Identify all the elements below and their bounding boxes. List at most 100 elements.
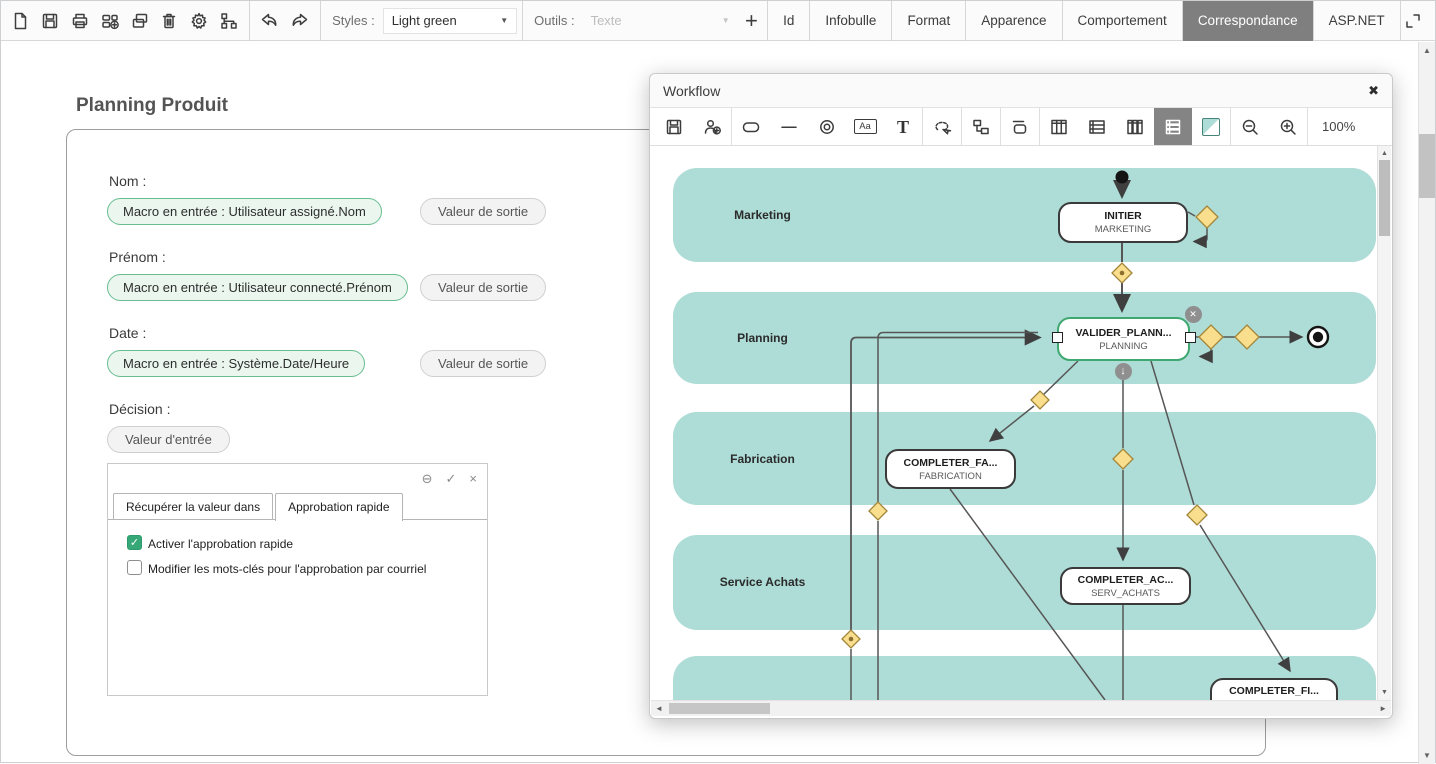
aa-glyph: Aa <box>859 121 871 132</box>
tab-infobulle[interactable]: Infobulle <box>809 1 891 41</box>
delete-node-badge[interactable]: ✕ <box>1185 306 1202 323</box>
tab-comportement[interactable]: Comportement <box>1062 1 1182 41</box>
page-title: Planning Produit <box>76 95 228 117</box>
checkbox-label-activer: Activer l'approbation rapide <box>148 537 293 551</box>
checkbox-modifier-mots-cles[interactable] <box>127 560 142 575</box>
lasso-select-icon[interactable] <box>923 108 961 145</box>
undo-icon[interactable] <box>255 1 285 41</box>
workflow-canvas[interactable]: Marketing Planning Fabrication Service A… <box>650 146 1378 700</box>
output-value-button-date[interactable]: Valeur de sortie <box>420 350 546 377</box>
macro-pill-prenom[interactable]: Macro en entrée : Utilisateur connecté.P… <box>107 274 408 301</box>
rows-icon[interactable] <box>1078 108 1116 145</box>
scroll-up-icon[interactable]: ▲ <box>1378 150 1391 157</box>
tab-id[interactable]: Id <box>767 1 809 41</box>
node-title: COMPLETER_AC... <box>1078 574 1174 586</box>
vertical-lanes-icon[interactable] <box>1116 108 1154 145</box>
node-title: VALIDER_PLANN... <box>1075 327 1171 339</box>
collapse-icon[interactable]: ⊖ <box>422 472 433 485</box>
workflow-vscroll-thumb[interactable] <box>1379 160 1390 236</box>
tab-aspnet[interactable]: ASP.NET <box>1313 1 1401 41</box>
t-glyph: T <box>897 118 909 136</box>
main-scrollbar-thumb[interactable] <box>1419 134 1435 198</box>
tab-format[interactable]: Format <box>891 1 965 41</box>
toolbar-separator <box>1307 108 1308 145</box>
confirm-icon[interactable]: ✓ <box>446 472 457 485</box>
styles-label: Styles : <box>332 13 375 28</box>
tab-recuperer-valeur[interactable]: Récupérer la valeur dans <box>113 493 273 519</box>
node-completer-fabrication[interactable]: COMPLETER_FA... FABRICATION <box>885 449 1016 489</box>
main-vertical-scrollbar[interactable]: ▲ ▼ <box>1418 42 1435 764</box>
label-box-icon[interactable]: Aa <box>846 108 884 145</box>
right-connection-handle[interactable] <box>1185 332 1196 343</box>
lane-icon[interactable] <box>1001 108 1039 145</box>
node-completer-achats[interactable]: COMPLETER_AC... SERV_ACHATS <box>1060 567 1191 605</box>
toolbar-separator <box>249 1 250 41</box>
down-arrow-badge[interactable]: ↓ <box>1115 363 1132 380</box>
add-widget-icon[interactable] <box>95 1 125 41</box>
redo-icon[interactable] <box>285 1 315 41</box>
rounded-rectangle-icon[interactable] <box>732 108 770 145</box>
gateway-dot <box>1120 271 1125 276</box>
delete-icon[interactable] <box>155 1 185 41</box>
flowchart-icon[interactable] <box>962 108 1000 145</box>
input-value-button[interactable]: Valeur d'entrée <box>107 426 230 453</box>
add-tool-button[interactable]: + <box>738 8 765 34</box>
macro-pill-nom[interactable]: Macro en entrée : Utilisateur assigné.No… <box>107 198 382 225</box>
decision-panel-header: ⊖ ✓ × <box>108 464 487 493</box>
workflow-toolbar: Aa T 100% <box>650 108 1392 146</box>
gateway-to-fi <box>1187 505 1207 525</box>
new-document-icon[interactable] <box>5 1 35 41</box>
zoom-level: 100% <box>1310 119 1367 134</box>
expand-icon[interactable] <box>1401 10 1425 32</box>
node-completer-fi[interactable]: COMPLETER_FI... <box>1210 678 1338 700</box>
macro-pill-date[interactable]: Macro en entrée : Système.Date/Heure <box>107 350 365 377</box>
outils-select[interactable]: Texte ▼ <box>583 8 738 34</box>
scroll-up-icon[interactable]: ▲ <box>1419 46 1435 55</box>
node-title: INITIER <box>1104 210 1141 222</box>
end-node-icon[interactable] <box>808 108 846 145</box>
close-icon[interactable]: ✖ <box>1368 83 1379 99</box>
node-title: COMPLETER_FA... <box>904 457 998 469</box>
checkbox-activer-approbation[interactable]: ✓ <box>127 535 142 550</box>
left-connection-handle[interactable] <box>1052 332 1063 343</box>
field-label-nom: Nom : <box>109 173 146 189</box>
workflow-titlebar[interactable]: Workflow ✖ <box>650 74 1392 108</box>
tab-approbation-rapide[interactable]: Approbation rapide <box>275 493 402 521</box>
save-icon[interactable] <box>655 108 693 145</box>
print-icon[interactable] <box>65 1 95 41</box>
property-tabs: Id Infobulle Format Apparence Comporteme… <box>767 1 1401 41</box>
tab-apparence[interactable]: Apparence <box>965 1 1061 41</box>
lane-label-marketing: Marketing <box>690 208 835 222</box>
workflow-hscroll-thumb[interactable] <box>669 703 770 714</box>
zoom-in-icon[interactable] <box>1269 108 1307 145</box>
workflow-diagram <box>650 146 1378 700</box>
gateway-dot <box>849 637 854 642</box>
hierarchy-icon[interactable] <box>214 1 244 41</box>
tab-correspondance[interactable]: Correspondance <box>1182 1 1313 41</box>
horizontal-lanes-icon[interactable] <box>1154 108 1192 145</box>
scroll-left-icon[interactable]: ◄ <box>655 704 663 713</box>
save-icon[interactable] <box>35 1 65 41</box>
scroll-down-icon[interactable]: ▼ <box>1378 689 1391 696</box>
node-valider-planning[interactable]: VALIDER_PLANN... PLANNING <box>1057 317 1190 361</box>
output-value-button-nom[interactable]: Valeur de sortie <box>420 198 546 225</box>
workflow-vertical-scrollbar[interactable]: ▲ ▼ <box>1377 146 1391 700</box>
settings-gear-icon[interactable] <box>184 1 214 41</box>
style-fill-icon[interactable] <box>1192 108 1230 145</box>
text-icon[interactable]: T <box>884 108 922 145</box>
duplicate-icon[interactable] <box>125 1 155 41</box>
workflow-horizontal-scrollbar[interactable]: ◄ ► <box>651 700 1391 716</box>
columns-icon[interactable] <box>1040 108 1078 145</box>
node-subtitle: FABRICATION <box>919 471 982 482</box>
scroll-right-icon[interactable]: ► <box>1379 704 1387 713</box>
scroll-down-icon[interactable]: ▼ <box>1419 751 1435 760</box>
node-initier[interactable]: INITIER MARKETING <box>1058 202 1188 243</box>
styles-select[interactable]: Light green ▼ <box>383 8 517 34</box>
field-label-prenom: Prénom : <box>109 249 166 265</box>
output-value-button-prenom[interactable]: Valeur de sortie <box>420 274 546 301</box>
close-icon[interactable]: × <box>469 472 477 485</box>
add-user-icon[interactable] <box>693 108 731 145</box>
start-node[interactable] <box>1116 171 1129 184</box>
line-icon[interactable] <box>770 108 808 145</box>
zoom-out-icon[interactable] <box>1231 108 1269 145</box>
